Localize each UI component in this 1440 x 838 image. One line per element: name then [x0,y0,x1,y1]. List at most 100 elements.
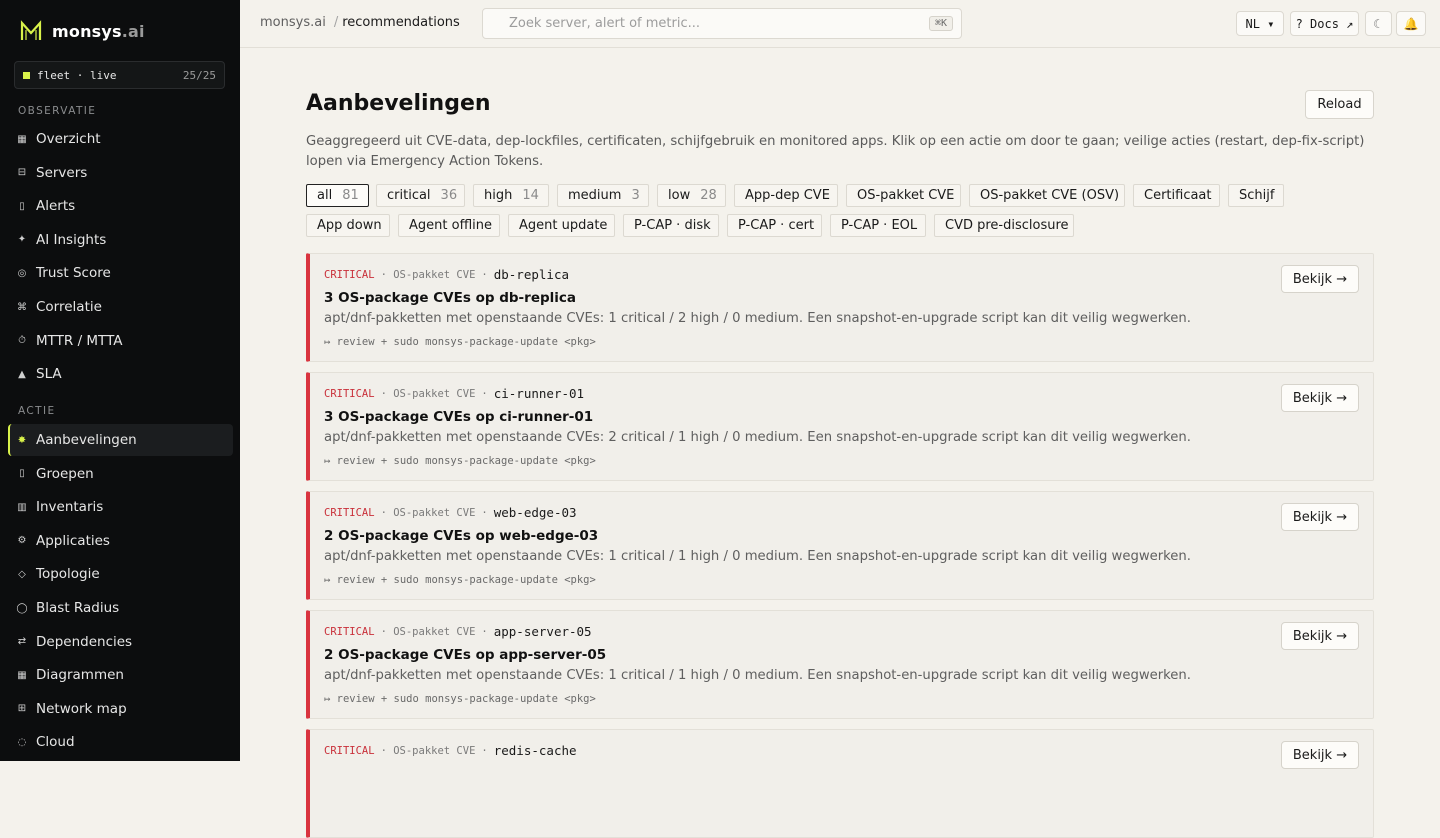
fleet-status[interactable]: fleet · live 25/25 [14,61,225,89]
sidebar-item-label: SLA [36,366,62,383]
filter-chip-critical[interactable]: critical 36 [376,184,465,207]
filter-chip-low[interactable]: low 28 [657,184,726,207]
sidebar-item-correlatie[interactable]: ⌘ Correlatie [8,291,233,323]
sidebar-item-inventaris[interactable]: ▥ Inventaris [8,491,233,523]
aanbevelingen-icon: ✸ [17,434,27,446]
sidebar-item-mttr-mtta[interactable]: ⏱ MTTR / MTTA [8,325,233,357]
filter-chip-label: CVD pre-disclosure [945,218,1069,233]
filter-chip-schijf[interactable]: Schijf [1228,184,1284,207]
sidebar-item-network-map[interactable]: ⊞ Network map [8,693,233,725]
category-label: · OS-pakket CVE [380,387,476,400]
sidebar-item-sla[interactable]: ▲ SLA [8,358,233,390]
filter-chip-high[interactable]: high 14 [473,184,549,207]
sidebar-item-label: Alerts [36,198,76,215]
filter-chip-label: App down [317,218,382,233]
filter-chip-label: Certificaat [1144,188,1212,203]
meta-separator: · [481,268,488,281]
section-label-actie: ACTIE [18,405,56,417]
sidebar-item-label: Cloud [36,734,75,751]
filter-chip-p-cap-cert[interactable]: P-CAP · cert [727,214,822,237]
fleet-count: 25/25 [182,68,216,82]
host-name[interactable]: db-replica [494,267,569,282]
filter-chip-cvd-pre-disclosure[interactable]: CVD pre-disclosure [934,214,1074,237]
sidebar-item-servers[interactable]: ⊟ Servers [8,157,233,189]
overzicht-icon: ▦ [17,133,27,145]
card-description: apt/dnf-pakketten met openstaande CVEs: … [324,311,1191,326]
filter-chip-agent-offline[interactable]: Agent offline [398,214,500,237]
theme-toggle-icon[interactable]: ☾ [1365,11,1392,36]
severity-badge: CRITICAL [324,506,375,519]
brand-name: monsys.ai [52,21,145,41]
sidebar-item-label: Diagrammen [36,667,124,684]
filter-chip-p-cap-disk[interactable]: P-CAP · disk [623,214,719,237]
network-map-icon: ⊞ [17,703,27,715]
host-name[interactable]: redis-cache [494,743,577,758]
sidebar-item-ai-insights[interactable]: ✦ AI Insights [8,224,233,256]
host-name[interactable]: web-edge-03 [494,505,577,520]
filter-chip-p-cap-eol[interactable]: P-CAP · EOL [830,214,926,237]
view-button[interactable]: Bekijk → [1281,622,1359,650]
filter-chip-count: 14 [522,188,539,203]
view-button[interactable]: Bekijk → [1281,503,1359,531]
filter-chip-agent-update[interactable]: Agent update [508,214,615,237]
filter-chip-os-pakket-cve[interactable]: OS-pakket CVE [846,184,961,207]
card-meta: CRITICAL · OS-pakket CVE · app-server-05 [324,624,592,639]
view-button[interactable]: Bekijk → [1281,384,1359,412]
sidebar-item-diagrammen[interactable]: ▦ Diagrammen [8,659,233,691]
filter-chip-count: 81 [342,188,359,203]
host-name[interactable]: ci-runner-01 [494,386,584,401]
cloud-icon: ◌ [17,736,27,748]
docs-link[interactable]: ? Docs ↗ [1290,11,1359,36]
card-command: ↦ review + sudo monsys-package-update <p… [324,574,596,586]
sidebar-item-dependencies[interactable]: ⇄ Dependencies [8,626,233,658]
filter-chip-label: P-CAP · disk [634,218,711,233]
filter-chip-app-down[interactable]: App down [306,214,390,237]
filter-chip-all[interactable]: all 81 [306,184,369,207]
sidebar-item-aanbevelingen[interactable]: ✸ Aanbevelingen [8,424,233,456]
ai-insights-icon: ✦ [17,234,27,246]
sidebar-item-alerts[interactable]: ▯ Alerts [8,190,233,222]
diagrammen-icon: ▦ [17,669,27,681]
sidebar-item-label: Overzicht [36,131,101,147]
filter-chip-certificaat[interactable]: Certificaat [1133,184,1220,207]
brand[interactable]: monsys.ai [20,18,145,44]
recommendation-card: CRITICAL · OS-pakket CVE · app-server-05 2 O… [306,610,1374,719]
filter-chip-os-pakket-cve-osv[interactable]: OS-pakket CVE (OSV) [969,184,1125,207]
card-description: apt/dnf-pakketten met openstaande CVEs: … [324,668,1191,683]
sidebar-item-applicaties[interactable]: ⚙ Applicaties [8,525,233,557]
language-select[interactable]: NL ▾ [1236,11,1284,36]
page-description: Geaggregeerd uit CVE-data, dep-lockfiles… [306,134,1365,169]
topologie-icon: ◇ [18,568,26,580]
search-input[interactable] [509,16,929,31]
notifications-bell-icon[interactable]: 🔔 [1396,11,1426,36]
card-title: 2 OS-package CVEs op web-edge-03 [324,528,599,544]
filter-chip-medium[interactable]: medium 3 [557,184,649,207]
sidebar-item-trust-score[interactable]: ◎ Trust Score [8,257,233,289]
sidebar-item-topologie[interactable]: ◇ Topologie [8,558,233,590]
meta-separator: · [481,506,488,519]
card-command: ↦ review + sudo monsys-package-update <p… [324,455,596,467]
alerts-icon: ▯ [19,200,25,212]
sidebar-item-blast-radius[interactable]: ◯ Blast Radius [8,592,233,624]
live-indicator-icon [23,71,30,79]
sidebar-item-groepen[interactable]: ▯ Groepen [8,458,233,490]
sidebar-item-label: Servers [36,164,88,181]
sidebar-item-label: AI Insights [36,231,107,248]
filter-chip-label: Agent offline [409,218,492,233]
fleet-label: fleet · live [37,68,117,82]
host-name[interactable]: app-server-05 [494,624,592,639]
meta-separator: · [481,387,488,400]
reload-button[interactable]: Reload [1305,90,1374,119]
sidebar-item-overzicht[interactable]: ▦ Overzicht [8,123,233,155]
severity-badge: CRITICAL [324,744,375,757]
search-box[interactable]: ⌘K [482,8,962,39]
sidebar-item-cloud[interactable]: ◌ Cloud [8,726,233,758]
filter-chip-app-dep-cve[interactable]: App-dep CVE [734,184,838,207]
filter-chip-label: OS-pakket CVE (OSV) [980,188,1120,203]
sidebar-item-label: Correlatie [36,299,102,315]
trust-score-icon: ◎ [17,267,27,279]
search-shortcut: ⌘K [928,16,953,31]
view-button[interactable]: Bekijk → [1281,265,1359,293]
view-button[interactable]: Bekijk → [1281,741,1359,769]
breadcrumb-root[interactable]: monsys.ai [260,15,326,30]
